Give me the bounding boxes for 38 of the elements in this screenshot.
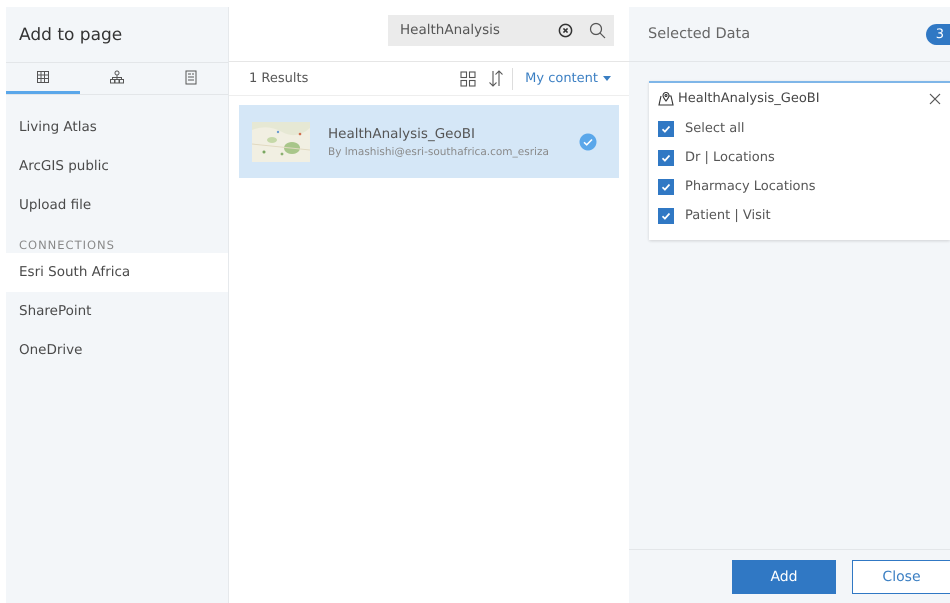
checkbox[interactable] xyxy=(658,178,674,194)
form-icon xyxy=(185,70,197,84)
source-item[interactable]: OneDrive xyxy=(6,331,228,370)
caret-icon xyxy=(603,76,611,81)
sort-icon[interactable] xyxy=(488,70,504,87)
content-filter-dropdown[interactable]: My content xyxy=(525,71,611,86)
source-item[interactable]: Living Atlas xyxy=(6,108,228,147)
source-item[interactable]: Esri South Africa xyxy=(6,253,228,292)
close-icon[interactable] xyxy=(929,92,941,104)
map-icon xyxy=(658,91,674,106)
option-label: Patient | Visit xyxy=(685,208,771,223)
clear-icon[interactable] xyxy=(558,22,573,38)
hierarchy-icon xyxy=(109,70,125,84)
result-card[interactable]: HealthAnalysis_GeoBI By lmashishi@esri-southafrica.com_esriza xyxy=(239,105,619,178)
grid-view-icon[interactable] xyxy=(460,70,476,86)
panel-title: Add to page xyxy=(19,24,122,44)
item-title: HealthAnalysis_GeoBI xyxy=(328,126,476,142)
source-item[interactable]: ArcGIS public xyxy=(6,147,228,186)
results-count: 1 Results xyxy=(249,71,308,86)
checkbox[interactable] xyxy=(658,208,674,224)
section-label: CONNECTIONS xyxy=(18,237,116,253)
item-owner: By lmashishi@esri-southafrica.com_esriza xyxy=(328,146,550,158)
source-item[interactable]: Upload file xyxy=(6,186,228,225)
table-icon xyxy=(36,70,50,84)
layer-name: HealthAnalysis_GeoBI xyxy=(678,91,821,106)
check-icon xyxy=(579,132,597,150)
count-badge: 3 xyxy=(926,24,950,44)
panel-title: Selected Data xyxy=(648,26,750,42)
option-label: Select all xyxy=(685,121,744,136)
search-field[interactable]: HealthAnalysis xyxy=(388,14,614,46)
checkbox[interactable] xyxy=(658,150,674,166)
option-label: Dr | Locations xyxy=(685,150,775,165)
search-icon[interactable] xyxy=(589,22,606,38)
add-button[interactable]: Add xyxy=(732,560,836,594)
checkbox[interactable] xyxy=(658,120,674,136)
source-item[interactable]: SharePoint xyxy=(6,292,228,331)
option-label: Pharmacy Locations xyxy=(685,179,816,194)
close-button[interactable]: Close xyxy=(852,560,950,594)
